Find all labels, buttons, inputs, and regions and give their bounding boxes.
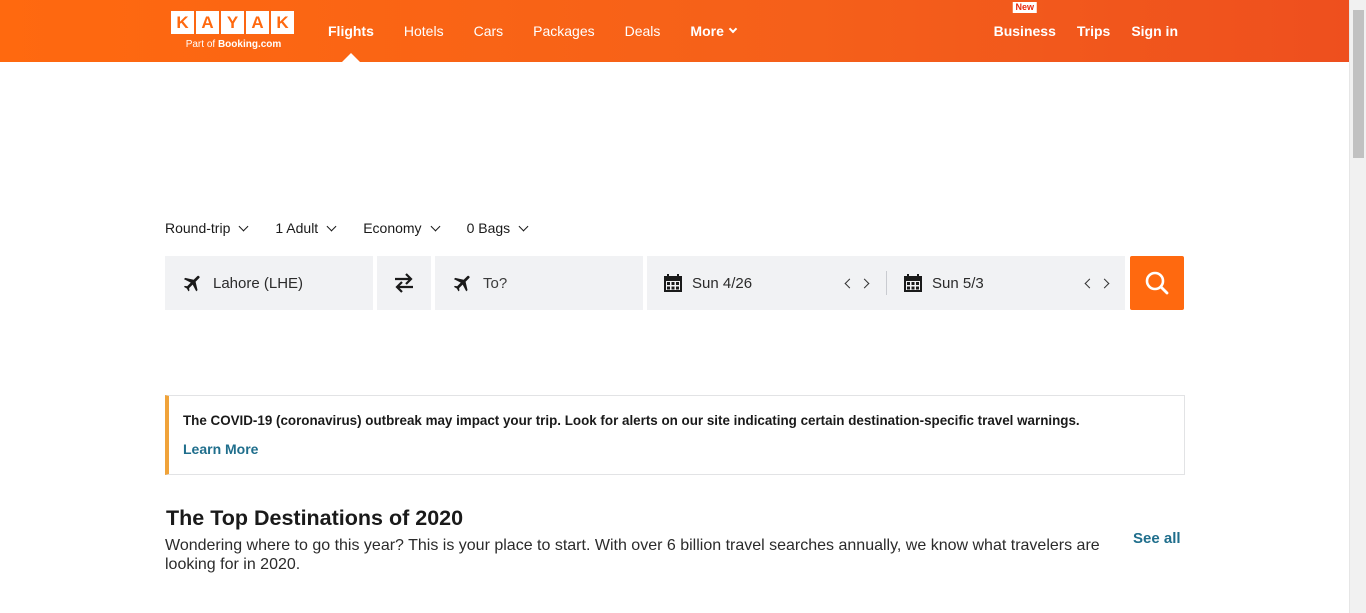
depart-date-field[interactable]: Sun 4/26 xyxy=(647,256,883,310)
nav-item-hotels[interactable]: Hotels xyxy=(404,0,444,62)
business-label: Business xyxy=(993,23,1056,39)
chevron-down-icon xyxy=(518,221,529,231)
bags-value: 0 Bags xyxy=(466,220,511,236)
top-navigation-bar: K A Y A K Part of Booking.com Flights Ho… xyxy=(0,0,1349,62)
chevron-down-icon xyxy=(238,221,249,231)
return-date-value: Sun 5/3 xyxy=(932,274,984,292)
plane-icon xyxy=(453,275,470,292)
return-date-steppers xyxy=(1079,274,1115,292)
alert-message: The COVID-19 (coronavirus) outbreak may … xyxy=(183,413,1080,428)
next-day-button[interactable] xyxy=(1097,274,1115,292)
previous-day-button[interactable] xyxy=(1079,274,1097,292)
swap-locations-button[interactable] xyxy=(377,256,431,310)
nav-item-packages[interactable]: Packages xyxy=(533,0,594,62)
nav-item-cars[interactable]: Cars xyxy=(474,0,504,62)
dates-field: Sun 4/26 Sun 5/3 xyxy=(647,256,1125,310)
calendar-icon xyxy=(664,274,682,292)
nav-item-more[interactable]: More xyxy=(690,0,738,62)
learn-more-link[interactable]: Learn More xyxy=(183,441,258,457)
nav-item-label: More xyxy=(690,23,724,39)
destination-placeholder: To? xyxy=(483,274,508,292)
account-nav: New Business Trips Sign in xyxy=(973,0,1178,62)
logo-tagline-prefix: Part of xyxy=(185,39,218,50)
origin-value: Lahore (LHE) xyxy=(213,274,304,292)
plane-icon xyxy=(183,275,200,292)
chevron-down-icon xyxy=(728,24,738,34)
sign-in-link[interactable]: Sign in xyxy=(1131,23,1178,39)
calendar-icon xyxy=(904,274,922,292)
logo-letter: K xyxy=(171,11,194,34)
chevron-down-icon xyxy=(326,221,337,231)
nav-item-label: Flights xyxy=(328,23,374,39)
travelers-dropdown[interactable]: 1 Adult xyxy=(275,220,337,236)
travelers-value: 1 Adult xyxy=(275,220,319,236)
active-tab-indicator xyxy=(341,53,360,62)
depart-date-value: Sun 4/26 xyxy=(692,274,753,292)
chevron-right-icon xyxy=(1099,278,1110,288)
trips-link[interactable]: Trips xyxy=(1077,23,1110,39)
covid-alert-banner: The COVID-19 (coronavirus) outbreak may … xyxy=(165,395,1185,475)
business-link[interactable]: New Business xyxy=(993,2,1056,39)
nav-item-flights[interactable]: Flights xyxy=(328,0,374,62)
search-icon xyxy=(1145,271,1169,295)
nav-item-label: Cars xyxy=(473,23,504,39)
new-badge: New xyxy=(1012,2,1037,13)
kayak-logo[interactable]: K A Y A K Part of Booking.com xyxy=(171,11,296,53)
section-description: Wondering where to go this year? This is… xyxy=(165,537,1100,573)
page: K A Y A K Part of Booking.com Flights Ho… xyxy=(0,0,1366,613)
logo-tagline-brand: Booking.com xyxy=(217,39,282,50)
logo-letters: K A Y A K xyxy=(171,11,296,34)
search-button[interactable] xyxy=(1130,256,1184,310)
cabin-class-value: Economy xyxy=(363,220,422,236)
see-all-link[interactable]: See all xyxy=(1133,530,1181,547)
nav-item-label: Packages xyxy=(533,23,595,39)
return-date-field[interactable]: Sun 5/3 xyxy=(887,256,1125,310)
nav-item-label: Deals xyxy=(624,23,661,39)
scrollbar-thumb[interactable] xyxy=(1353,10,1364,158)
chevron-down-icon xyxy=(430,221,441,231)
logo-letter: Y xyxy=(221,11,244,34)
depart-date-steppers xyxy=(839,274,875,292)
destination-field[interactable]: To? xyxy=(435,256,643,310)
chevron-right-icon xyxy=(859,278,870,288)
logo-letter: A xyxy=(246,11,269,34)
vertical-scrollbar[interactable] xyxy=(1349,0,1366,613)
chevron-left-icon xyxy=(1084,278,1095,288)
previous-day-button[interactable] xyxy=(839,274,857,292)
bags-dropdown[interactable]: 0 Bags xyxy=(466,220,529,236)
swap-icon xyxy=(395,273,413,293)
next-day-button[interactable] xyxy=(857,274,875,292)
trip-type-dropdown[interactable]: Round-trip xyxy=(165,220,249,236)
logo-tagline: Part of Booking.com xyxy=(171,39,296,50)
cabin-class-dropdown[interactable]: Economy xyxy=(363,220,441,236)
nav-item-deals[interactable]: Deals xyxy=(625,0,661,62)
trip-type-value: Round-trip xyxy=(165,220,231,236)
section-title: The Top Destinations of 2020 xyxy=(166,506,464,530)
logo-letter: A xyxy=(196,11,219,34)
logo-letter: K xyxy=(271,11,294,34)
origin-field[interactable]: Lahore (LHE) xyxy=(165,256,373,310)
search-options: Round-trip 1 Adult Economy 0 Bags xyxy=(165,220,555,236)
nav-item-label: Hotels xyxy=(403,23,444,39)
main-nav: Flights Hotels Cars Packages Deals More xyxy=(328,0,766,62)
chevron-left-icon xyxy=(844,278,855,288)
